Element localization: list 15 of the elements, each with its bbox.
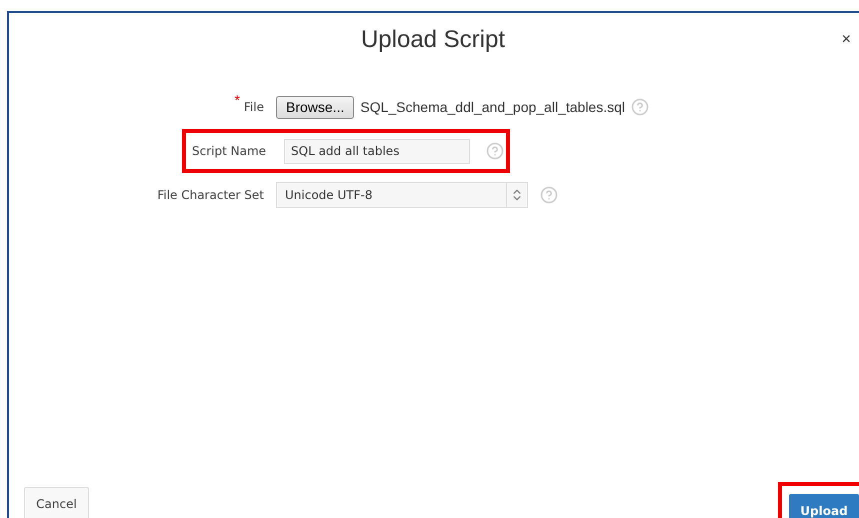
field-label: File Character Set	[157, 188, 264, 202]
select-field[interactable]: Unicode UTF-8	[276, 182, 528, 208]
close-button[interactable]: ×	[840, 31, 853, 49]
file-name: SQL_Schema_ddl_and_pop_all_tables.sql	[360, 99, 625, 115]
field-label: File	[244, 100, 264, 114]
upload-button[interactable]: Upload	[789, 494, 859, 518]
input-field[interactable]: SQL add all tables	[284, 138, 470, 164]
dialog-title: Upload Script	[360, 26, 506, 54]
field-label: Script Name	[192, 144, 268, 158]
help-icon[interactable]	[631, 98, 649, 116]
cancel-button[interactable]: Cancel	[24, 486, 89, 518]
required-mark: *	[234, 92, 240, 108]
help-icon[interactable]	[486, 142, 504, 160]
browse-button[interactable]: Browse...	[276, 96, 354, 118]
help-icon[interactable]	[540, 186, 558, 204]
